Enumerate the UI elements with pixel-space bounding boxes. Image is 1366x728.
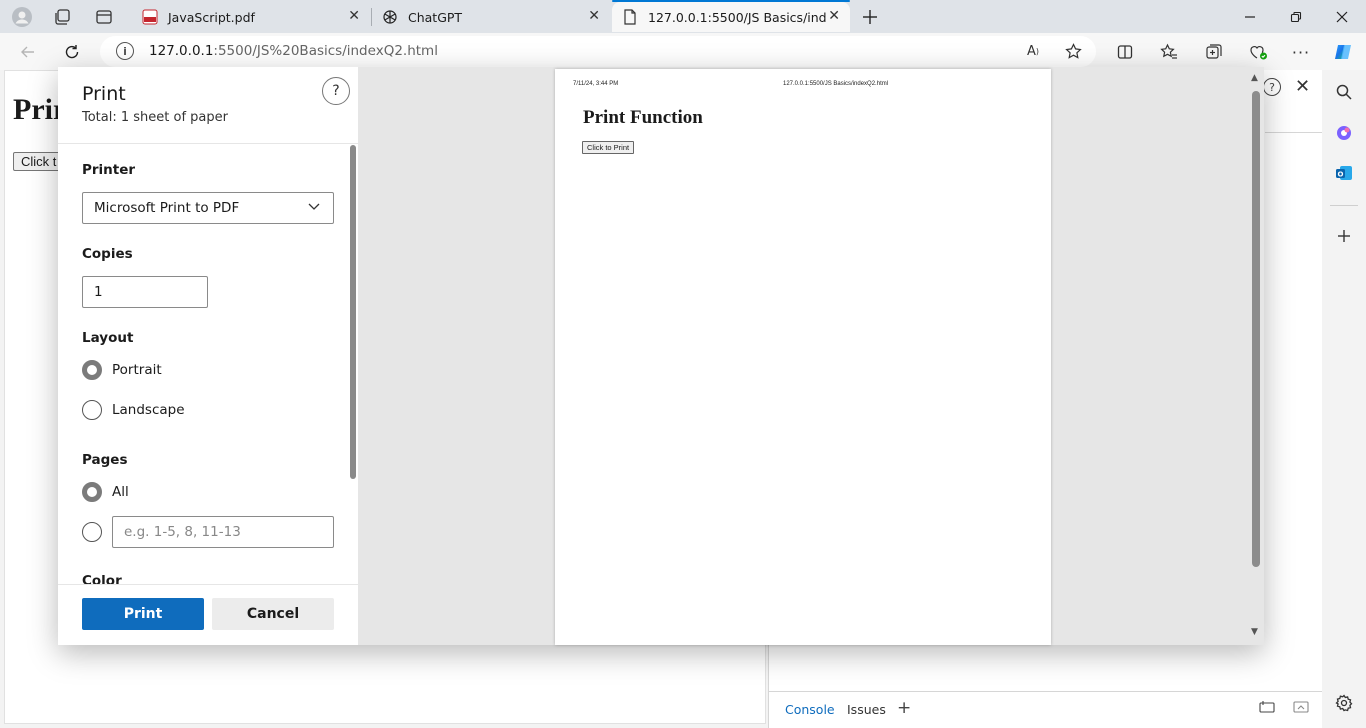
preview-print-button: Click to Print xyxy=(582,141,635,154)
sidebar-divider xyxy=(1330,205,1358,206)
window-close-icon[interactable] xyxy=(1332,7,1352,27)
devtools-divider xyxy=(1265,132,1323,133)
split-screen-icon[interactable] xyxy=(1114,41,1136,63)
search-icon[interactable] xyxy=(1333,81,1355,103)
devtools-drawer-tabs: Console Issues + xyxy=(769,691,1323,728)
chatgpt-icon xyxy=(382,9,398,25)
copies-input[interactable]: 1 xyxy=(82,276,208,308)
printer-label: Printer xyxy=(82,162,136,178)
undock-icon[interactable] xyxy=(1293,700,1309,718)
dialog-title: Print xyxy=(82,83,126,105)
all-pages-radio[interactable] xyxy=(82,482,102,502)
svg-text:O: O xyxy=(1338,171,1344,179)
dialog-footer: Print Cancel xyxy=(58,584,358,645)
address-bar[interactable]: i 127.0.0.1:5500/JS%20Basics/indexQ2.htm… xyxy=(100,36,1096,67)
tab-title: 127.0.0.1:5500/JS Basics/indexQ2 xyxy=(648,9,826,25)
printer-value: Microsoft Print to PDF xyxy=(94,200,240,216)
tab-title: ChatGPT xyxy=(408,9,463,25)
close-icon[interactable]: ✕ xyxy=(588,8,600,24)
printer-select[interactable]: Microsoft Print to PDF xyxy=(82,192,334,224)
add-sidebar-app-icon[interactable] xyxy=(1333,225,1355,247)
all-pages-label: All xyxy=(112,484,129,500)
url-text: 127.0.0.1:5500/JS%20Basics/indexQ2.html xyxy=(149,43,438,59)
edge-sidebar: O xyxy=(1322,70,1366,728)
browser-essentials-icon[interactable] xyxy=(1247,41,1269,63)
refresh-icon[interactable] xyxy=(61,41,83,63)
tab-javascript-pdf[interactable]: JavaScript.pdf ✕ xyxy=(132,2,370,32)
favorite-star-icon[interactable] xyxy=(1062,40,1084,62)
dock-icon[interactable] xyxy=(1259,700,1275,718)
chevron-down-icon xyxy=(307,199,321,217)
new-tab-icon[interactable] xyxy=(859,6,881,28)
read-aloud-icon[interactable]: A) xyxy=(1022,40,1044,62)
close-icon[interactable]: ✕ xyxy=(828,8,840,24)
tab-console[interactable]: Console xyxy=(773,692,847,728)
scroll-thumb[interactable] xyxy=(1252,91,1260,567)
copies-label: Copies xyxy=(82,246,133,262)
help-button[interactable]: ? xyxy=(322,77,350,105)
print-preview-page: 7/11/24, 3:44 PM 127.0.0.1:5500/JS Basic… xyxy=(555,69,1051,645)
sheet-count: Total: 1 sheet of paper xyxy=(82,110,228,125)
tab-actions-icon[interactable] xyxy=(93,6,115,28)
tab-issues[interactable]: Issues xyxy=(847,702,886,717)
pages-label: Pages xyxy=(82,452,128,468)
tab-chatgpt[interactable]: ChatGPT ✕ xyxy=(372,2,610,32)
custom-pages-radio[interactable] xyxy=(82,522,102,542)
workspaces-icon[interactable] xyxy=(51,6,73,28)
outlook-icon[interactable]: O xyxy=(1333,162,1355,184)
divider xyxy=(58,143,358,144)
portrait-radio[interactable] xyxy=(82,360,102,380)
restore-icon[interactable] xyxy=(1286,7,1306,27)
add-tab-icon[interactable]: + xyxy=(897,698,911,718)
help-icon[interactable]: ? xyxy=(1263,78,1281,96)
preview-header-date: 7/11/24, 3:44 PM xyxy=(573,81,619,87)
page-icon xyxy=(622,9,638,25)
more-options-icon[interactable]: ··· xyxy=(1290,41,1312,63)
landscape-label: Landscape xyxy=(112,402,185,418)
tab-title: JavaScript.pdf xyxy=(168,9,255,25)
profile-icon[interactable] xyxy=(11,6,33,28)
back-icon[interactable] xyxy=(17,41,39,63)
tab-strip: JavaScript.pdf ✕ ChatGPT ✕ 127.0.0.1:550… xyxy=(0,0,1366,33)
scroll-up-icon[interactable]: ▲ xyxy=(1251,73,1258,83)
favorites-icon[interactable] xyxy=(1158,41,1180,63)
print-dialog: Print Total: 1 sheet of paper ? Printer … xyxy=(58,67,1264,645)
copilot-sidebar-icon[interactable] xyxy=(1333,122,1355,144)
settings-scrollbar[interactable] xyxy=(350,145,356,479)
copilot-icon[interactable] xyxy=(1332,41,1354,63)
minimize-icon[interactable] xyxy=(1240,7,1260,27)
preview-header-url: 127.0.0.1:5500/JS Basics/indexQ2.html xyxy=(783,81,889,87)
click-to-print-button[interactable]: Click t xyxy=(13,152,65,171)
close-devtools-icon[interactable]: ✕ xyxy=(1295,76,1310,97)
portrait-label: Portrait xyxy=(112,362,162,378)
layout-label: Layout xyxy=(82,330,134,346)
landscape-radio[interactable] xyxy=(82,400,102,420)
collections-icon[interactable] xyxy=(1203,41,1225,63)
browser-toolbar: i 127.0.0.1:5500/JS%20Basics/indexQ2.htm… xyxy=(0,33,1366,70)
settings-gear-icon[interactable] xyxy=(1333,692,1355,714)
cancel-button[interactable]: Cancel xyxy=(212,598,334,630)
print-button[interactable]: Print xyxy=(82,598,204,630)
scroll-down-icon[interactable]: ▼ xyxy=(1251,627,1258,637)
tab-indexq2[interactable]: 127.0.0.1:5500/JS Basics/indexQ2 ✕ xyxy=(612,0,850,32)
close-icon[interactable]: ✕ xyxy=(348,8,360,24)
preview-scrollbar[interactable]: ▲ ▼ xyxy=(1250,71,1262,641)
custom-pages-input[interactable]: e.g. 1-5, 8, 11-13 xyxy=(112,516,334,548)
print-settings-panel: Print Total: 1 sheet of paper ? Printer … xyxy=(58,67,358,645)
preview-heading: Print Function xyxy=(583,107,703,128)
pdf-icon xyxy=(142,9,158,25)
site-info-icon[interactable]: i xyxy=(116,42,134,60)
